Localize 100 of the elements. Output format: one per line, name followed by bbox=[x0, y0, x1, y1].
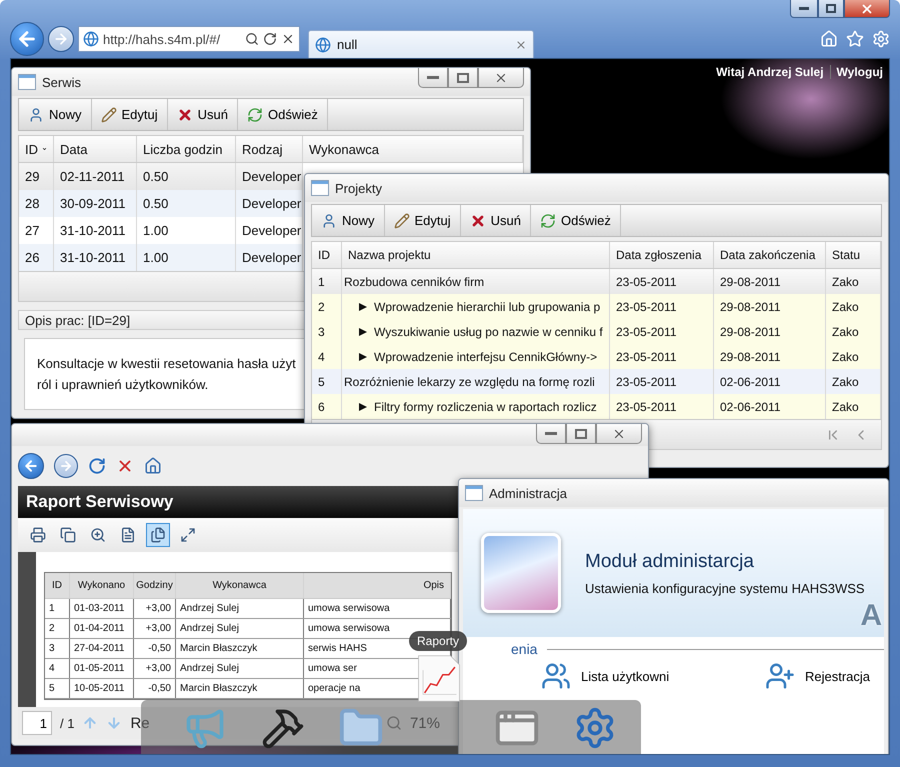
page-total: / 1 bbox=[60, 716, 74, 730]
table-cell: Andrzej Sulej bbox=[176, 659, 304, 678]
print-icon bbox=[30, 527, 46, 543]
table-cell: Zako bbox=[826, 394, 881, 419]
maximize-button[interactable] bbox=[448, 68, 478, 88]
expand-arrow-icon[interactable] bbox=[358, 326, 368, 336]
window-title: Projekty bbox=[335, 180, 382, 196]
edit-button[interactable]: Edytuj bbox=[384, 205, 461, 236]
refresh-button[interactable]: Odśwież bbox=[238, 99, 328, 130]
close-button[interactable] bbox=[596, 424, 642, 444]
maximize-button[interactable] bbox=[566, 424, 596, 444]
column-header[interactable]: Nazwa projektu bbox=[342, 242, 610, 268]
column-header[interactable]: Statu bbox=[826, 242, 881, 268]
back-button[interactable] bbox=[10, 22, 44, 56]
x-mark-icon bbox=[470, 212, 486, 228]
admin-link[interactable]: Lista użytkowni bbox=[541, 661, 670, 691]
pencil-icon bbox=[100, 106, 117, 122]
table-cell: 2 bbox=[45, 619, 70, 638]
table-cell: 02-06-2011 bbox=[714, 394, 826, 419]
table-cell: +3,00 bbox=[134, 599, 176, 618]
column-header[interactable]: Liczba godzin bbox=[137, 136, 236, 162]
table-row[interactable]: 4 Wprowadzenie interfejsu CennikGłówny-> 23-05-2011 29-08-2011 Zako bbox=[312, 344, 881, 369]
fullscreen-icon bbox=[180, 527, 196, 543]
expand-arrow-icon[interactable] bbox=[358, 352, 368, 362]
tooltip: Raporty bbox=[409, 631, 468, 651]
close-button[interactable] bbox=[844, 0, 890, 18]
table-cell: 1.00 bbox=[137, 244, 236, 271]
table-row[interactable]: 1 Rozbudowa cenników firm 23-05-2011 29-08-2011 Zako bbox=[312, 269, 881, 294]
magnifier-icon bbox=[386, 715, 402, 731]
window-title: Serwis bbox=[42, 74, 82, 90]
column-header[interactable]: ID bbox=[19, 136, 54, 162]
table-cell: +3,00 bbox=[134, 659, 176, 678]
table-row[interactable]: 29 02-11-2011 0.50 Developer bbox=[19, 163, 303, 190]
column-header: Godziny bbox=[134, 573, 176, 598]
column-header[interactable]: Data zgłoszenia bbox=[610, 242, 714, 268]
user-icon bbox=[28, 106, 44, 122]
new-button[interactable]: Nowy bbox=[312, 205, 385, 236]
pencil-icon bbox=[394, 212, 410, 228]
refresh-button[interactable]: Odśwież bbox=[531, 205, 621, 236]
column-header[interactable]: Rodzaj bbox=[236, 136, 303, 162]
zoom-icon bbox=[90, 527, 106, 543]
new-button[interactable]: Nowy bbox=[19, 99, 92, 130]
table-row[interactable]: 2 Wprowadzenie hierarchii lub grupowania p 23-05-2011 29-08-2011 Zako bbox=[312, 294, 881, 319]
logout-link[interactable]: Wyloguj bbox=[836, 65, 883, 79]
table-row[interactable]: 26 31-10-2011 1.00 Developer bbox=[19, 244, 303, 271]
window-icon bbox=[311, 180, 329, 196]
greeting-text: Witaj Andrzej Sulej bbox=[716, 65, 831, 79]
address-bar[interactable]: http://hahs.s4m.pl/#/ bbox=[78, 26, 300, 52]
settings-icon bbox=[872, 30, 890, 48]
table-row[interactable]: 6 Filtry formy rozliczenia w raportach rozlicz 23-05-2011 02-06-2011 Zako bbox=[312, 394, 881, 419]
table-cell: 3 bbox=[45, 639, 70, 658]
delete-button[interactable]: Usuń bbox=[168, 99, 238, 130]
browser-tab[interactable]: null bbox=[308, 30, 534, 58]
forward-button[interactable] bbox=[48, 26, 74, 52]
table-cell: 31-10-2011 bbox=[54, 244, 137, 271]
column-header[interactable]: Wykonawca bbox=[303, 136, 523, 162]
column-header[interactable]: Data zakończenia bbox=[714, 242, 826, 268]
close-icon bbox=[515, 38, 527, 50]
column-header[interactable]: Data bbox=[54, 136, 137, 162]
expand-arrow-icon[interactable] bbox=[358, 302, 368, 312]
dock-item[interactable] bbox=[415, 654, 463, 702]
table-cell: Andrzej Sulej bbox=[176, 619, 304, 638]
project-name: Rozbudowa cenników firm bbox=[344, 274, 484, 288]
forward-button[interactable] bbox=[54, 454, 78, 478]
table-cell: Andrzej Sulej bbox=[176, 599, 304, 618]
minimize-icon bbox=[427, 76, 439, 80]
table-cell: 1 bbox=[45, 599, 70, 618]
section-heading: enia bbox=[511, 641, 538, 657]
refresh-icon bbox=[247, 106, 264, 122]
maximize-button[interactable] bbox=[818, 0, 844, 18]
refresh-icon bbox=[88, 457, 106, 475]
column-header: Wykonano bbox=[70, 573, 134, 598]
back-button[interactable] bbox=[18, 453, 44, 479]
minimize-button[interactable] bbox=[790, 0, 818, 18]
page-number-field[interactable]: 1 bbox=[22, 711, 52, 735]
table-row[interactable]: 5 Rozróżnienie lekarzy ze względu na formę rozli 23-05-2011 02-06-2011 Zako bbox=[312, 369, 881, 394]
column-header: Wykonawca bbox=[176, 573, 304, 598]
module-heading: Moduł administarcja bbox=[585, 550, 755, 572]
multi-page-button[interactable] bbox=[146, 523, 170, 547]
delete-button[interactable]: Usuń bbox=[460, 205, 532, 236]
maximize-icon bbox=[826, 4, 836, 13]
table-cell: 6 bbox=[312, 394, 342, 419]
table-row[interactable]: 3 Wyszukiwanie usług po nazwie w cenniku f 23-05-2011 29-08-2011 Zako bbox=[312, 319, 881, 344]
table-cell: Marcin Błaszczyk bbox=[176, 639, 304, 658]
column-header[interactable]: ID bbox=[312, 242, 342, 268]
expand-arrow-icon[interactable] bbox=[358, 402, 368, 412]
table-cell: 10-05-2011 bbox=[70, 679, 134, 698]
minimize-button[interactable] bbox=[418, 68, 448, 88]
window-title: Administracja bbox=[489, 486, 568, 500]
edit-button[interactable]: Edytuj bbox=[92, 99, 168, 130]
close-icon bbox=[860, 2, 874, 16]
close-button[interactable] bbox=[478, 68, 524, 88]
admin-link[interactable]: Rejestracja bbox=[764, 661, 870, 691]
table-cell: 01-05-2011 bbox=[70, 659, 134, 678]
x-mark-icon bbox=[176, 106, 193, 122]
user-icon bbox=[321, 212, 337, 228]
minimize-button[interactable] bbox=[536, 424, 566, 444]
status-text: Re bbox=[130, 714, 150, 732]
table-row[interactable]: 28 30-09-2011 0.50 Developer bbox=[19, 190, 303, 217]
table-cell: 23-05-2011 bbox=[610, 394, 714, 419]
